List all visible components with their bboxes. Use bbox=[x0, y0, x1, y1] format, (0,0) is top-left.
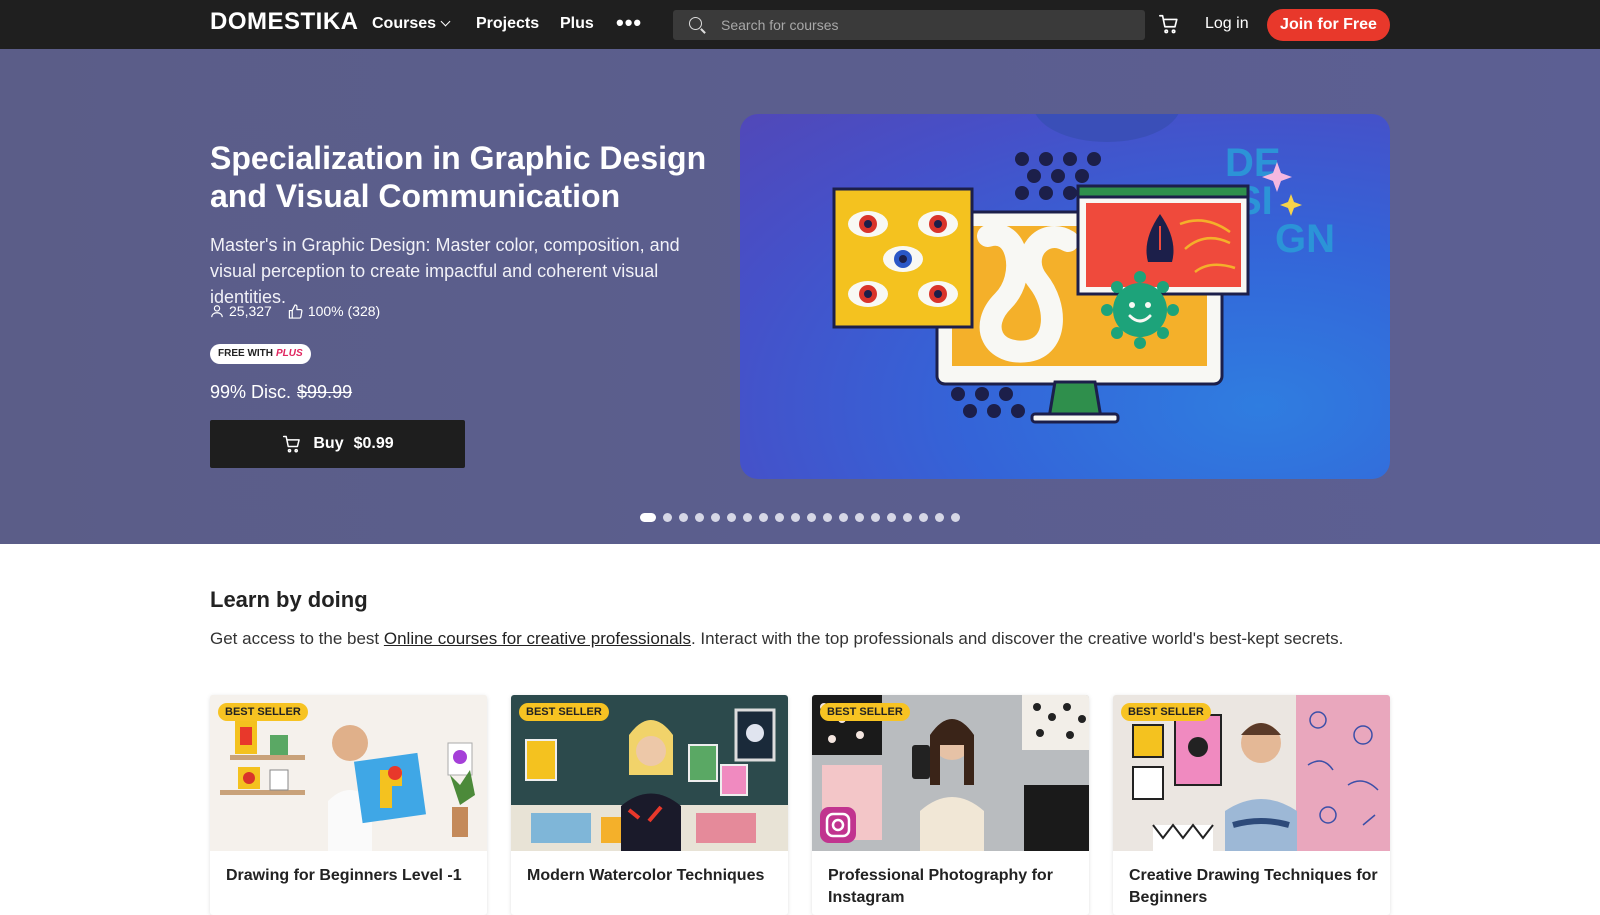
learn-description: Get access to the best Online courses fo… bbox=[210, 629, 1343, 649]
carousel-dot[interactable] bbox=[823, 513, 832, 522]
search-bar[interactable] bbox=[673, 10, 1145, 40]
course-title[interactable]: Professional Photography for Instagram bbox=[828, 865, 1078, 909]
carousel-dot[interactable] bbox=[640, 513, 656, 522]
nav-projects[interactable]: Projects bbox=[476, 15, 539, 33]
badge-free-text: FREE WITH bbox=[218, 348, 273, 359]
user-icon bbox=[211, 305, 223, 318]
chevron-down-icon bbox=[440, 16, 451, 27]
login-link[interactable]: Log in bbox=[1205, 15, 1249, 33]
old-price: $99.99 bbox=[297, 382, 353, 402]
buy-price: $0.99 bbox=[353, 435, 394, 452]
students-stat: 25,327 bbox=[210, 303, 272, 319]
domestika-logo[interactable]: DOMESTIKA bbox=[210, 8, 359, 36]
course-card[interactable]: BEST SELLER Professional Photography for… bbox=[812, 695, 1089, 915]
top-nav: DOMESTIKA Courses Projects Plus ••• Log … bbox=[0, 0, 1600, 49]
course-title[interactable]: Creative Drawing Techniques for Beginner… bbox=[1129, 865, 1379, 909]
hero-banner: Specialization in Graphic Design and Vis… bbox=[0, 49, 1600, 544]
nav-plus[interactable]: Plus bbox=[560, 15, 594, 33]
cart-icon bbox=[283, 435, 301, 453]
carousel-dot[interactable] bbox=[727, 513, 736, 522]
join-free-button[interactable]: Join for Free bbox=[1267, 9, 1390, 41]
best-seller-badge: BEST SELLER bbox=[1121, 703, 1211, 721]
carousel-dot[interactable] bbox=[679, 513, 688, 522]
more-menu-icon[interactable]: ••• bbox=[616, 10, 642, 36]
hero-title[interactable]: Specialization in Graphic Design and Vis… bbox=[210, 139, 730, 215]
price-block: 99% Disc. $99.99 bbox=[210, 382, 352, 403]
course-card[interactable]: BEST SELLER Creative Drawing Techniques … bbox=[1113, 695, 1390, 915]
nav-courses-label: Courses bbox=[372, 15, 437, 32]
learn-desc-pre: Get access to the best bbox=[210, 629, 384, 648]
thumbs-up-icon bbox=[288, 303, 303, 319]
course-title[interactable]: Drawing for Beginners Level -1 bbox=[226, 865, 476, 887]
carousel-dots bbox=[0, 513, 1600, 525]
carousel-dot[interactable] bbox=[839, 513, 848, 522]
buy-label: Buy bbox=[313, 435, 344, 452]
carousel-dot[interactable] bbox=[855, 513, 864, 522]
course-thumbnail[interactable]: BEST SELLER bbox=[812, 695, 1089, 851]
hero-course-image[interactable]: DE SI GN bbox=[740, 114, 1390, 479]
carousel-dot[interactable] bbox=[871, 513, 880, 522]
course-thumbnail[interactable]: BEST SELLER bbox=[511, 695, 788, 851]
rating-value: 100% (328) bbox=[307, 303, 381, 319]
course-title[interactable]: Modern Watercolor Techniques bbox=[527, 865, 777, 887]
carousel-dot[interactable] bbox=[807, 513, 816, 522]
course-card[interactable]: BEST SELLER Drawing for Beginners Level … bbox=[210, 695, 487, 915]
search-input[interactable] bbox=[721, 10, 1131, 40]
course-thumbnail[interactable]: BEST SELLER bbox=[1113, 695, 1390, 851]
carousel-dot[interactable] bbox=[903, 513, 912, 522]
best-seller-badge: BEST SELLER bbox=[820, 703, 910, 721]
students-count: 25,327 bbox=[229, 303, 272, 319]
learn-desc-post: . Interact with the top professionals an… bbox=[690, 629, 1344, 648]
svg-text:GN: GN bbox=[1275, 217, 1335, 261]
hero-subtitle: Master's in Graphic Design: Master color… bbox=[210, 235, 680, 307]
carousel-dot[interactable] bbox=[791, 513, 800, 522]
course-stats: 25,327 100% (328) bbox=[210, 303, 396, 319]
badge-plus-text: PLUS bbox=[276, 348, 303, 359]
free-with-plus-badge: FREE WITH PLUS bbox=[210, 344, 311, 364]
carousel-dot[interactable] bbox=[919, 513, 928, 522]
carousel-dot[interactable] bbox=[743, 513, 752, 522]
carousel-dot[interactable] bbox=[951, 513, 960, 522]
carousel-dot[interactable] bbox=[695, 513, 704, 522]
rating-stat: 100% (328) bbox=[288, 303, 380, 319]
online-courses-link[interactable]: Online courses for creative professional… bbox=[384, 629, 691, 648]
carousel-dot[interactable] bbox=[775, 513, 784, 522]
search-icon bbox=[689, 17, 702, 30]
carousel-dot[interactable] bbox=[711, 513, 720, 522]
carousel-dot[interactable] bbox=[759, 513, 768, 522]
course-card[interactable]: BEST SELLER Modern Watercolor Techniques bbox=[511, 695, 788, 915]
cart-icon[interactable] bbox=[1158, 13, 1180, 35]
carousel-dot[interactable] bbox=[887, 513, 896, 522]
nav-courses[interactable]: Courses bbox=[372, 15, 451, 33]
learn-title: Learn by doing bbox=[210, 587, 368, 612]
carousel-dot[interactable] bbox=[663, 513, 672, 522]
best-seller-badge: BEST SELLER bbox=[218, 703, 308, 721]
graphic-design-illustration: DE SI GN bbox=[832, 114, 1335, 424]
discount-text: 99% Disc. bbox=[210, 382, 292, 402]
buy-button[interactable]: Buy $0.99 bbox=[210, 420, 465, 468]
best-seller-badge: BEST SELLER bbox=[519, 703, 609, 721]
course-thumbnail[interactable]: BEST SELLER bbox=[210, 695, 487, 851]
carousel-dot[interactable] bbox=[935, 513, 944, 522]
